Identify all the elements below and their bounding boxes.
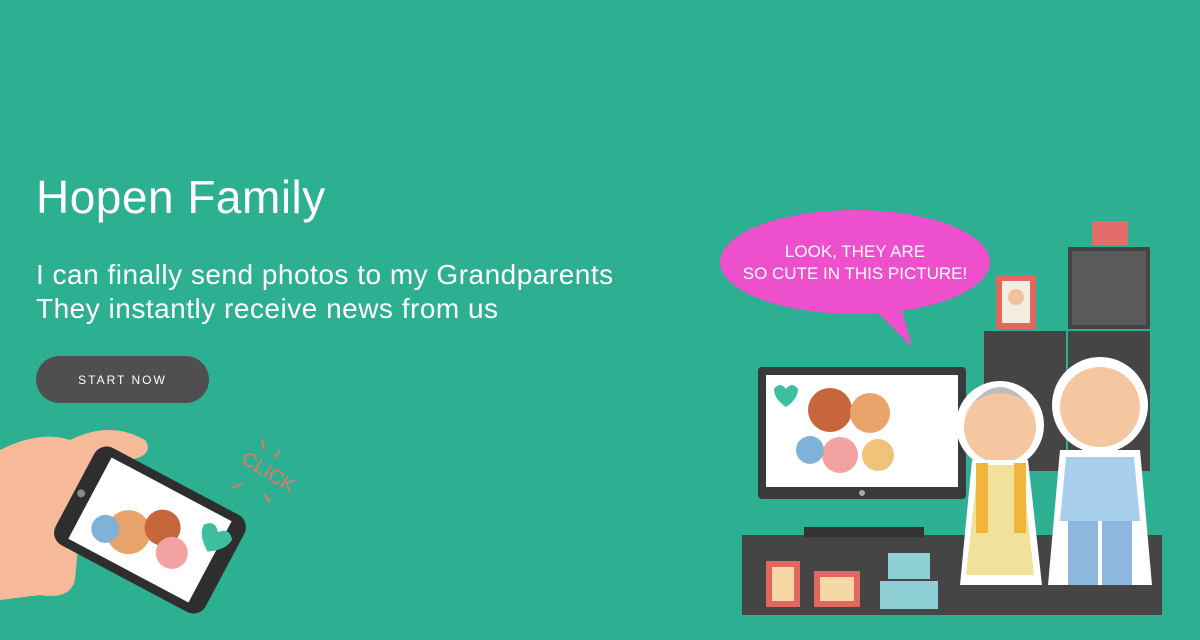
- speech-bubble-line-1: LOOK, THEY ARE: [785, 242, 925, 261]
- hero-subtitle: I can finally send photos to my Grandpar…: [36, 258, 614, 326]
- tv-icon: [758, 367, 966, 499]
- start-now-button[interactable]: START NOW: [36, 356, 209, 403]
- hero-section: Hopen Family I can finally send photos t…: [36, 170, 614, 326]
- page-title: Hopen Family: [36, 171, 326, 223]
- red-box: [1092, 221, 1128, 245]
- speech-bubble-line-2: SO CUTE IN THIS PICTURE!: [743, 264, 968, 283]
- grandma-icon: [956, 381, 1044, 585]
- phone-illustration: CLICK: [0, 430, 300, 614]
- click-label: CLICK: [237, 448, 299, 498]
- subtitle-line-2: They instantly receive news from us: [36, 293, 499, 324]
- grandpa-icon: [1048, 357, 1152, 585]
- subtitle-line-1: I can finally send photos to my Grandpar…: [36, 259, 614, 290]
- living-room-illustration: LOOK, THEY ARE SO CUTE IN THIS PICTURE!: [720, 210, 1162, 615]
